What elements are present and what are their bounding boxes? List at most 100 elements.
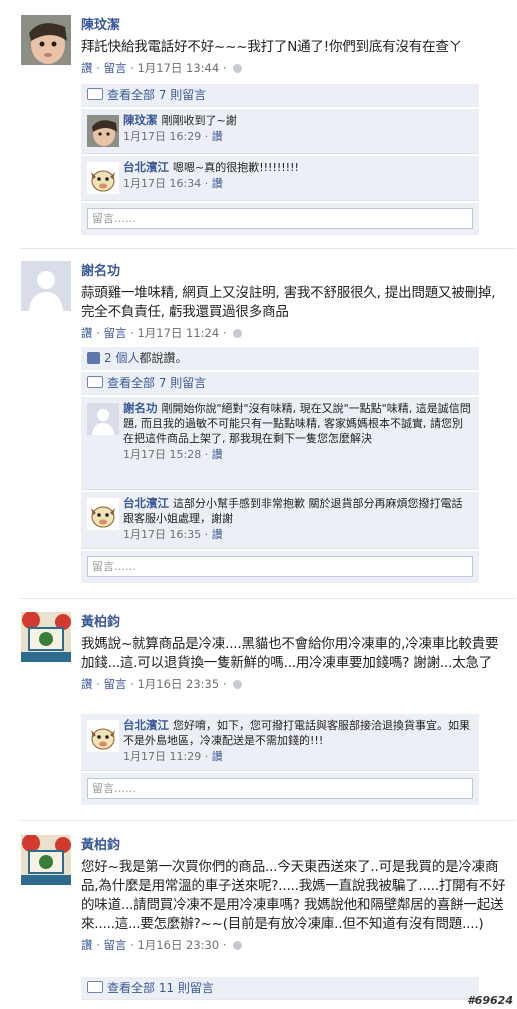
comment-avatar[interactable] bbox=[87, 403, 119, 435]
comment-author[interactable]: 台北濱江 bbox=[123, 718, 169, 732]
like-link[interactable]: 讚 bbox=[212, 130, 223, 143]
privacy-globe-icon[interactable] bbox=[233, 680, 243, 689]
comment: 謝名功 剛開始你說"絕對"沒有味精, 現在又說"一點點"味精, 這是誠信問題, 而… bbox=[81, 397, 479, 490]
post-meta: 讚 · 留言 · 1月17日 11:24 · bbox=[81, 325, 509, 342]
comment-input[interactable]: 留言…… bbox=[87, 778, 473, 799]
separator: · bbox=[222, 938, 227, 952]
post-author[interactable]: 黃柏鈞 bbox=[81, 837, 509, 854]
separator: · bbox=[130, 938, 134, 952]
view-all-comments[interactable]: 查看全部 11 則留言 bbox=[81, 977, 479, 1000]
timestamp[interactable]: 1月17日 11:24 bbox=[137, 326, 219, 340]
comment-link[interactable]: 留言 bbox=[103, 61, 126, 75]
comments-block-2: 2 個人都說讚。 查看全部 7 則留言 謝名功 剛開始你說"絕對"沒有味精, 現在… bbox=[81, 347, 479, 583]
avatar[interactable] bbox=[21, 612, 71, 662]
comment-text: 剛剛收到了~謝 bbox=[161, 114, 237, 127]
comment-link[interactable]: 留言 bbox=[103, 326, 126, 340]
comment-input[interactable]: 留言…… bbox=[87, 208, 473, 229]
like-link[interactable]: 讚 bbox=[212, 448, 223, 461]
comment-time[interactable]: 1月17日 15:28 bbox=[123, 448, 201, 461]
timestamp[interactable]: 1月16日 23:35 bbox=[137, 677, 219, 691]
comment-author[interactable]: 台北濱江 bbox=[123, 160, 169, 174]
separator: · bbox=[204, 528, 209, 541]
comment-time[interactable]: 1月17日 16:35 bbox=[123, 528, 201, 541]
comment-text: 剛開始你說"絕對"沒有味精, 現在又說"一點點"味精, 這是誠信問題, 而且我的… bbox=[123, 402, 471, 445]
like-link[interactable]: 讚 bbox=[81, 61, 93, 75]
post-author[interactable]: 黃柏鈞 bbox=[81, 614, 509, 631]
comment-avatar[interactable] bbox=[87, 162, 119, 194]
post-text: 我媽說~就算商品是冷凍....黑貓也不會給你用冷凍車的,冷凍車比較貴要加錢...… bbox=[81, 636, 499, 671]
comment-meta: 1月17日 15:28 · 讚 bbox=[123, 447, 471, 463]
timestamp[interactable]: 1月17日 13:44 bbox=[137, 61, 219, 75]
comment-input-row: 留言…… bbox=[81, 551, 479, 583]
thumbs-up-icon bbox=[87, 352, 100, 364]
separator: · bbox=[130, 677, 134, 691]
view-all-label[interactable]: 查看全部 7 則留言 bbox=[107, 88, 206, 102]
post-text: 蒜頭雞一堆味精, 網頁上又沒註明, 害我不舒服很久, 提出問題又被刪掉, 完全不… bbox=[81, 285, 496, 320]
comments-block-1: 查看全部 7 則留言 陳玟潔 剛剛收到了~謝 1月17日 16:29 · 讚 台北… bbox=[81, 84, 479, 235]
separator: · bbox=[222, 677, 227, 691]
avatar[interactable] bbox=[21, 835, 71, 885]
watermark: #69624 bbox=[467, 994, 513, 1007]
like-link[interactable]: 讚 bbox=[212, 177, 223, 190]
comment-input-row: 留言…… bbox=[81, 203, 479, 235]
comment-author[interactable]: 台北濱江 bbox=[123, 496, 169, 510]
separator: · bbox=[204, 750, 209, 763]
privacy-globe-icon[interactable] bbox=[233, 941, 243, 950]
like-link[interactable]: 讚 bbox=[81, 677, 93, 691]
like-link[interactable]: 讚 bbox=[212, 750, 223, 763]
avatar[interactable] bbox=[21, 15, 71, 65]
comment-text: 您好唷，如下，您可撥打電話與客服部接洽退換貨事宜。如果不是外島地區，冷凍配送是不… bbox=[123, 719, 470, 747]
comment: 台北濱江 這部分小幫手感到非常抱歉 關於退貨部分再麻煩您撥打電話跟客服小姐處理，謝… bbox=[81, 492, 479, 549]
privacy-globe-icon[interactable] bbox=[233, 64, 243, 73]
comment-input[interactable]: 留言…… bbox=[87, 556, 473, 577]
comment-link[interactable]: 留言 bbox=[103, 938, 126, 952]
comment-meta: 1月17日 16:34 · 讚 bbox=[123, 176, 471, 192]
post-author[interactable]: 謝名功 bbox=[81, 263, 509, 280]
comment-bubble-icon bbox=[87, 981, 103, 993]
divider bbox=[21, 598, 515, 599]
comments-block-3: 台北濱江 您好唷，如下，您可撥打電話與客服部接洽退換貨事宜。如果不是外島地區，冷凍… bbox=[81, 714, 479, 805]
comment-bubble-icon bbox=[87, 376, 103, 388]
separator: · bbox=[130, 61, 134, 75]
comment-time[interactable]: 1月17日 11:29 bbox=[123, 750, 201, 763]
comment-time[interactable]: 1月17日 16:34 bbox=[123, 177, 201, 190]
view-all-label[interactable]: 查看全部 7 則留言 bbox=[107, 376, 206, 390]
view-all-label[interactable]: 查看全部 11 則留言 bbox=[107, 981, 214, 995]
comment-author[interactable]: 陳玟潔 bbox=[123, 113, 158, 127]
view-all-comments[interactable]: 查看全部 7 則留言 bbox=[81, 372, 479, 395]
post-meta: 讚 · 留言 · 1月16日 23:30 · bbox=[81, 937, 509, 954]
comment-meta: 1月17日 16:35 · 讚 bbox=[123, 527, 471, 543]
like-link[interactable]: 讚 bbox=[212, 528, 223, 541]
comment: 陳玟潔 剛剛收到了~謝 1月17日 16:29 · 讚 bbox=[81, 109, 479, 154]
view-all-comments[interactable]: 查看全部 7 則留言 bbox=[81, 84, 479, 107]
comment-time[interactable]: 1月17日 16:29 bbox=[123, 130, 201, 143]
like-link[interactable]: 讚 bbox=[81, 326, 93, 340]
separator: · bbox=[96, 938, 100, 952]
likes-count[interactable]: 2 個人 bbox=[104, 351, 139, 365]
separator: · bbox=[130, 326, 134, 340]
separator: · bbox=[96, 61, 100, 75]
avatar[interactable] bbox=[21, 261, 71, 311]
separator: · bbox=[96, 326, 100, 340]
separator: · bbox=[204, 130, 209, 143]
timestamp[interactable]: 1月16日 23:30 bbox=[137, 938, 219, 952]
post-author[interactable]: 陳玟潔 bbox=[81, 17, 509, 34]
like-link[interactable]: 讚 bbox=[81, 938, 93, 952]
comment-text: 這部分小幫手感到非常抱歉 關於退貨部分再麻煩您撥打電話跟客服小姐處理，謝謝 bbox=[123, 497, 463, 525]
comment-avatar[interactable] bbox=[87, 720, 119, 752]
comments-block-4: 查看全部 11 則留言 bbox=[81, 977, 479, 1002]
comment-author[interactable]: 謝名功 bbox=[123, 401, 158, 415]
divider bbox=[21, 820, 515, 821]
comment-avatar[interactable] bbox=[87, 115, 119, 147]
privacy-globe-icon[interactable] bbox=[233, 329, 243, 338]
comment-bubble-icon bbox=[87, 88, 103, 100]
separator: · bbox=[222, 61, 227, 75]
comment-link[interactable]: 留言 bbox=[103, 677, 126, 691]
separator: · bbox=[204, 448, 209, 461]
separator: · bbox=[204, 177, 209, 190]
post-meta: 讚 · 留言 · 1月16日 23:35 · bbox=[81, 676, 509, 693]
comment-avatar[interactable] bbox=[87, 498, 119, 530]
likes-suffix: 都說讚。 bbox=[139, 351, 188, 365]
comment-meta: 1月17日 11:29 · 讚 bbox=[123, 749, 471, 765]
comment-input-row: 留言…… bbox=[81, 773, 479, 805]
